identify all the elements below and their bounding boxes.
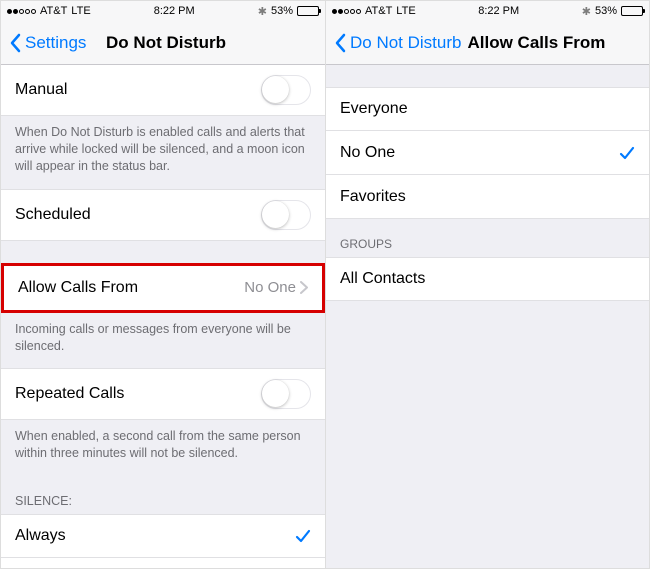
option-no-one-row[interactable]: No One [326, 131, 649, 175]
bluetooth-icon: ✱ [582, 5, 591, 18]
manual-toggle[interactable] [261, 75, 311, 105]
chevron-left-icon [334, 33, 346, 53]
clock-label: 8:22 PM [478, 5, 519, 17]
back-label: Do Not Disturb [350, 33, 461, 53]
scheduled-row[interactable]: Scheduled [1, 189, 325, 241]
checkmark-icon [295, 528, 311, 544]
group-all-contacts-row[interactable]: All Contacts [326, 257, 649, 301]
silence-header: SILENCE: [1, 476, 325, 514]
repeated-calls-row[interactable]: Repeated Calls [1, 368, 325, 420]
silence-locked-row[interactable]: Only while iPhone is locked [1, 558, 325, 568]
allow-calls-label: Allow Calls From [18, 279, 244, 297]
nav-bar: Settings Do Not Disturb [1, 21, 325, 65]
nav-bar: Do Not Disturb Allow Calls From [326, 21, 649, 65]
allow-calls-value: No One [244, 279, 296, 296]
battery-pct-label: 53% [595, 5, 617, 17]
allow-calls-from-row[interactable]: Allow Calls From No One [4, 266, 322, 310]
back-button[interactable]: Do Not Disturb [334, 33, 461, 53]
chevron-right-icon [300, 281, 308, 294]
option-favorites-label: Favorites [340, 188, 635, 206]
bluetooth-icon: ✱ [258, 5, 267, 18]
group-all-contacts-label: All Contacts [340, 270, 635, 288]
manual-label: Manual [15, 81, 261, 99]
carrier-label: AT&T [365, 5, 392, 17]
option-no-one-label: No One [340, 144, 619, 162]
screen-allow-calls-from: AT&T LTE 8:22 PM ✱ 53% Do Not Disturb Al… [325, 1, 649, 568]
silence-always-label: Always [15, 527, 295, 545]
status-bar: AT&T LTE 8:22 PM ✱ 53% [1, 1, 325, 21]
scheduled-toggle[interactable] [261, 200, 311, 230]
chevron-left-icon [9, 33, 21, 53]
network-label: LTE [396, 5, 415, 17]
back-button[interactable]: Settings [9, 33, 86, 53]
option-everyone-row[interactable]: Everyone [326, 87, 649, 131]
clock-label: 8:22 PM [154, 5, 195, 17]
allow-calls-footer-text: Incoming calls or messages from everyone… [1, 313, 325, 369]
back-label: Settings [25, 33, 86, 53]
manual-row[interactable]: Manual [1, 65, 325, 116]
repeated-calls-label: Repeated Calls [15, 385, 261, 403]
allow-calls-content[interactable]: Everyone No One Favorites GROUPS All Con… [326, 65, 649, 568]
allow-calls-highlight: Allow Calls From No One [1, 263, 325, 313]
page-title: Allow Calls From [467, 33, 605, 53]
network-label: LTE [71, 5, 90, 17]
battery-icon [297, 6, 319, 16]
screen-do-not-disturb: AT&T LTE 8:22 PM ✱ 53% Settings Do Not D… [1, 1, 325, 568]
checkmark-icon [619, 145, 635, 161]
battery-icon [621, 6, 643, 16]
option-everyone-label: Everyone [340, 100, 635, 118]
scheduled-label: Scheduled [15, 206, 261, 224]
option-favorites-row[interactable]: Favorites [326, 175, 649, 219]
carrier-label: AT&T [40, 5, 67, 17]
battery-pct-label: 53% [271, 5, 293, 17]
repeated-calls-toggle[interactable] [261, 379, 311, 409]
signal-dots-icon [332, 9, 361, 14]
manual-footer-text: When Do Not Disturb is enabled calls and… [1, 116, 325, 189]
silence-always-row[interactable]: Always [1, 514, 325, 558]
signal-dots-icon [7, 9, 36, 14]
groups-header: GROUPS [326, 219, 649, 257]
status-bar: AT&T LTE 8:22 PM ✱ 53% [326, 1, 649, 21]
settings-content[interactable]: Manual When Do Not Disturb is enabled ca… [1, 65, 325, 568]
repeated-footer-text: When enabled, a second call from the sam… [1, 420, 325, 476]
